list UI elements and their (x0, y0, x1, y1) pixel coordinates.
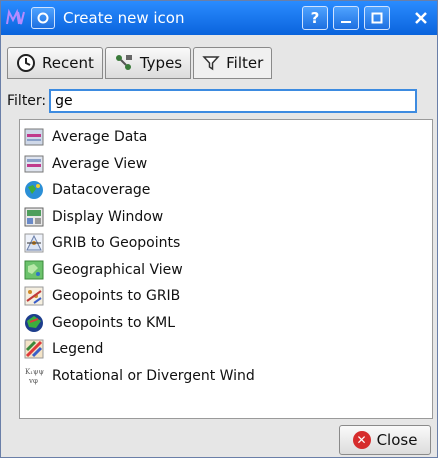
maximize-button[interactable] (364, 6, 390, 30)
window-menu-button[interactable] (31, 7, 55, 29)
legend-icon (24, 339, 44, 359)
svg-text:K₁ψψ: K₁ψψ (25, 368, 44, 376)
list-item-label: Display Window (52, 208, 164, 225)
filter-row: Filter: (7, 89, 418, 113)
tab-recent-label: Recent (42, 54, 94, 72)
list-item[interactable]: Average Data (20, 124, 432, 151)
list-item[interactable]: Geopoints to KML (20, 310, 432, 337)
list-item-label: Geographical View (52, 261, 183, 278)
geopoints-to-kml-icon (25, 313, 43, 332)
close-window-button[interactable] (407, 6, 435, 30)
close-button-label: Close (376, 431, 418, 449)
close-icon: ✕ (352, 431, 371, 449)
grib-to-geopoints-icon (24, 233, 44, 253)
tab-filter[interactable]: Filter (193, 47, 273, 79)
rotational-wind-icon: K₁ψψvφ (25, 368, 44, 385)
svg-text:vφ: vφ (28, 377, 38, 385)
average-view-icon (24, 155, 44, 173)
geopoints-to-grib-icon (24, 286, 44, 306)
list-item-label: Geopoints to GRIB (52, 288, 181, 305)
list-item[interactable]: GRIB to Geopoints (20, 230, 432, 257)
list-item[interactable]: Average View (20, 151, 432, 178)
geographical-view-icon (24, 260, 44, 280)
list-item[interactable]: Display Window (20, 204, 432, 231)
list-item-label: Average Data (52, 129, 148, 146)
tab-types-label: Types (139, 54, 183, 72)
filter-icon (202, 54, 220, 72)
tab-recent[interactable]: Recent (7, 47, 103, 79)
tab-types[interactable]: Types (104, 47, 192, 79)
icon-type-list[interactable]: Average Data Average View Datacoverage D… (19, 119, 433, 419)
metview-logo-icon (5, 8, 25, 28)
clock-icon (16, 53, 36, 73)
help-button[interactable]: ? (302, 6, 328, 30)
filter-input[interactable] (49, 89, 418, 113)
list-item-label: Geopoints to KML (52, 314, 176, 331)
list-item[interactable]: Geopoints to GRIB (20, 283, 432, 310)
minimize-button[interactable] (333, 6, 359, 30)
list-item-label: Rotational or Divergent Wind (52, 367, 255, 384)
close-button[interactable]: ✕ Close (339, 425, 431, 455)
window-title: Create new icon (63, 9, 185, 27)
list-item[interactable]: Datacoverage (20, 177, 432, 204)
filter-label: Filter: (7, 93, 47, 109)
list-item[interactable]: Geographical View (20, 257, 432, 284)
create-icon-dialog: Create new icon ? Recent Types Filter Fi… (0, 0, 438, 458)
list-item-label: GRIB to Geopoints (52, 235, 181, 252)
mode-tabs: Recent Types Filter (7, 47, 273, 79)
list-item[interactable]: K₁ψψ vφ Rotational or Divergent Wind (20, 363, 432, 390)
title-bar[interactable]: Create new icon ? (1, 1, 437, 35)
tab-filter-label: Filter (226, 54, 264, 72)
types-icon (114, 53, 134, 73)
display-window-icon (24, 207, 44, 227)
average-data-icon (24, 128, 44, 146)
list-item[interactable]: Legend (20, 336, 432, 363)
list-item-label: Legend (52, 341, 104, 358)
list-item-label: Average View (52, 155, 148, 172)
datacoverage-icon (25, 181, 43, 200)
list-item-label: Datacoverage (52, 182, 151, 199)
